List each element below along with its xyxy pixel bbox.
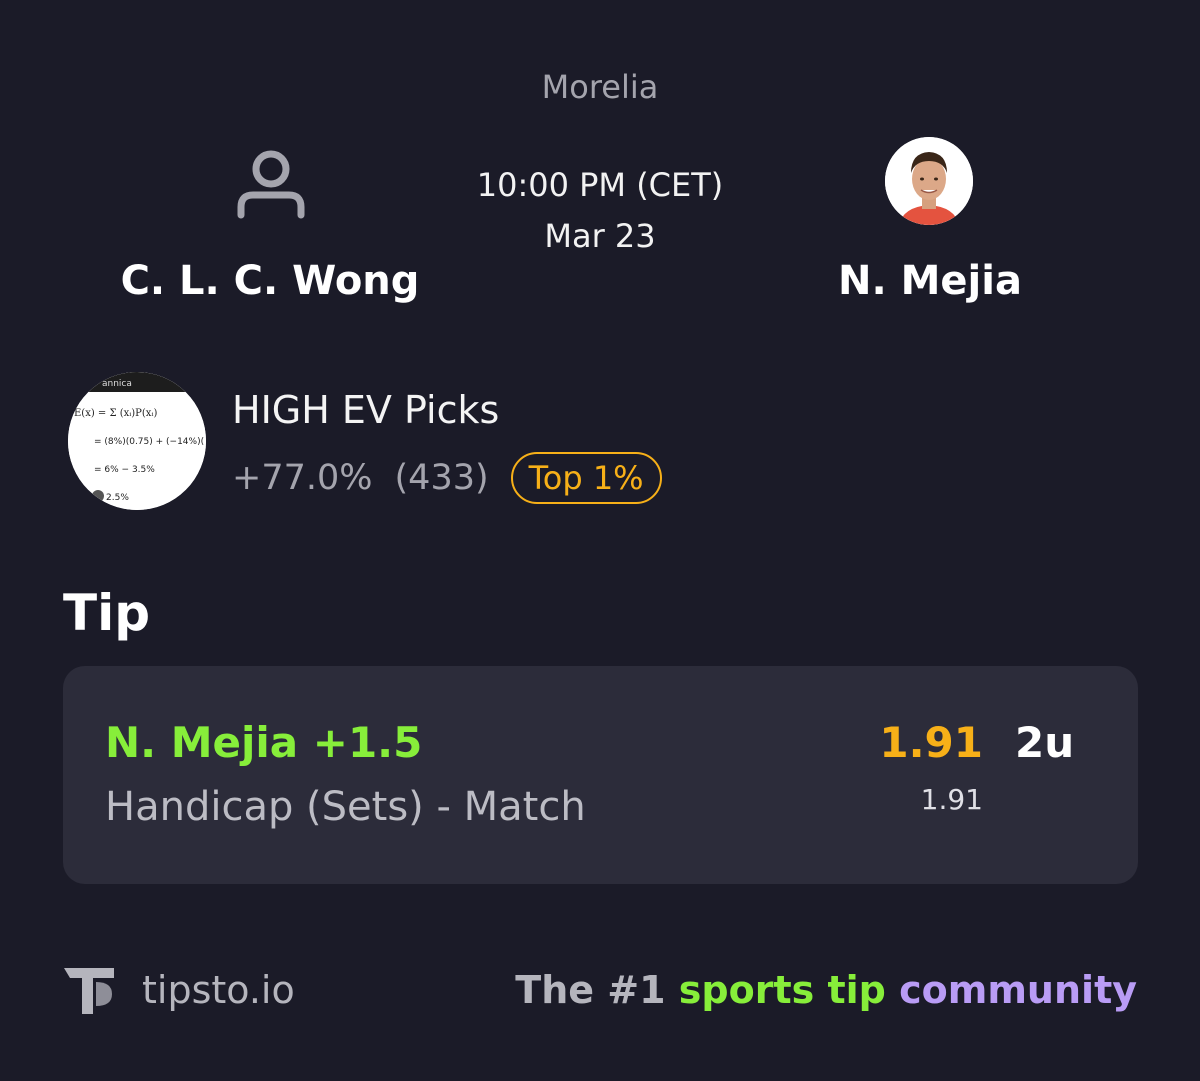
tagline-prefix: The #1 (515, 968, 679, 1012)
tip-closing-odds: 1.91 (920, 783, 983, 816)
tipsto-logo-icon[interactable] (62, 962, 116, 1016)
footer-site-name[interactable]: tipsto.io (142, 968, 295, 1012)
tip-odds: 1.91 (879, 718, 983, 767)
player1-name[interactable]: C. L. C. Wong (100, 258, 440, 304)
tagline-sports: sports tip (678, 968, 886, 1012)
rank-badge: Top 1% (510, 452, 662, 504)
tipster-avatar-header: annica (102, 379, 132, 389)
tipster-avatar-formula-4: 2.5% (106, 493, 129, 503)
tipster-avatar[interactable]: annica E(x) = Σ (xᵢ)P(xᵢ) = (8%)(0.75) +… (68, 372, 206, 510)
player2-avatar[interactable] (885, 137, 973, 225)
tournament-name: Morelia (541, 68, 659, 106)
tip-card[interactable]: N. Mejia +1.5 Handicap (Sets) - Match 1.… (63, 666, 1138, 884)
tipster-avatar-formula-3: = 6% − 3.5% (94, 465, 155, 475)
match-time: 10:00 PM (CET) (476, 166, 724, 204)
tipster-name[interactable]: HIGH EV Picks (232, 388, 499, 432)
tip-heading: Tip (63, 584, 151, 642)
tagline-community: community (899, 968, 1137, 1012)
tagline-space (886, 968, 899, 1012)
tipster-tip-count: (433) (394, 458, 489, 498)
tip-market: Handicap (Sets) - Match (105, 784, 586, 830)
footer-tagline: The #1 sports tip community (515, 968, 1137, 1012)
user-placeholder-icon (234, 145, 308, 219)
tip-stake: 2u (1015, 718, 1075, 767)
tipster-avatar-formula-2: = (8%)(0.75) + (−14%)( (94, 437, 204, 447)
tipster-stats: +77.0% (433) Top 1% (232, 452, 662, 504)
match-date: Mar 23 (544, 217, 656, 255)
tipster-avatar-formula-1: E(x) = Σ (xᵢ)P(xᵢ) (74, 408, 157, 419)
player2-name[interactable]: N. Mejia (780, 258, 1080, 304)
tip-selection: N. Mejia +1.5 (105, 718, 423, 767)
tipster-roi: +77.0% (232, 458, 373, 498)
